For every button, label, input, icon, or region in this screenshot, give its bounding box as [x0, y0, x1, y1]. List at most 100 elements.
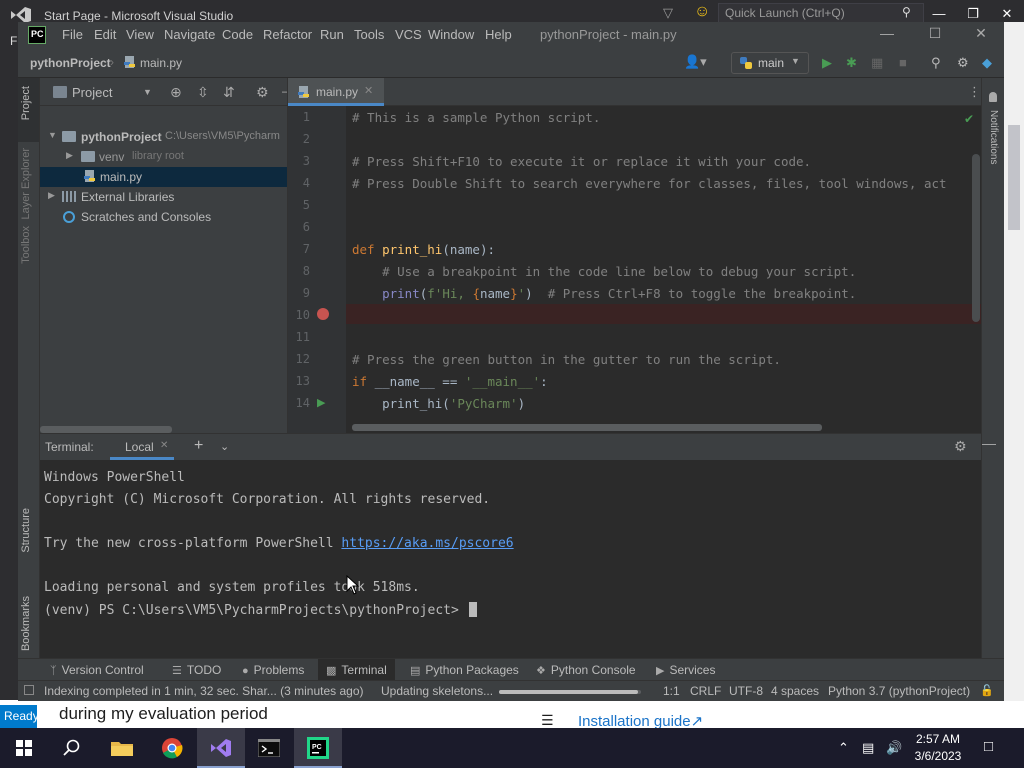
tree-item-venv[interactable]: ▶ venv library root — [40, 147, 287, 167]
coverage-icon[interactable]: ▦ — [871, 55, 883, 71]
menu-help[interactable]: Help — [485, 27, 512, 42]
tool-tab-problems[interactable]: ● Problems — [234, 659, 312, 681]
tool-tab-notifications[interactable]: Notifications — [988, 110, 999, 164]
menu-file[interactable]: File — [62, 27, 83, 42]
new-terminal-icon[interactable]: + — [194, 437, 203, 455]
terminal-tab-local[interactable]: Local ✕ — [110, 434, 174, 460]
settings-gear-icon[interactable]: ⚙ — [957, 55, 969, 71]
chevron-right-icon[interactable]: ▶ — [66, 150, 73, 161]
taskbar-file-explorer[interactable] — [98, 728, 146, 768]
taskbar-clock-time[interactable]: 2:57 AM — [908, 732, 968, 746]
terminal-line[interactable]: Try the new cross-platform PowerShell ht… — [44, 536, 514, 551]
menu-run[interactable]: Run — [320, 27, 344, 42]
vs-minimize-button[interactable]: — — [924, 6, 954, 21]
terminal-prompt-line[interactable]: (venv) PS C:\Users\VM5\PycharmProjects\p… — [44, 602, 477, 618]
start-button[interactable] — [0, 728, 48, 768]
taskbar-search-button[interactable] — [48, 728, 96, 768]
caret-position[interactable]: 1:1 — [663, 684, 680, 698]
close-button[interactable]: ✕ — [966, 25, 996, 42]
code-line[interactable]: # Press the green button in the gutter t… — [352, 352, 781, 367]
project-view-select[interactable]: Project — [72, 85, 112, 100]
chevron-down-icon[interactable]: ▼ — [48, 130, 57, 140]
debug-icon[interactable]: ✱ — [846, 55, 857, 71]
settings-gear-icon[interactable]: ⚙ — [954, 438, 967, 455]
expand-all-icon[interactable]: ⇳ — [197, 84, 209, 101]
taskbar-terminal[interactable] — [245, 728, 293, 768]
chevron-down-icon[interactable]: ⌄ — [220, 440, 229, 453]
network-icon[interactable]: ▤ — [862, 740, 874, 756]
run-gutter-icon[interactable]: ▶ — [317, 396, 325, 409]
tree-item-external-libraries[interactable]: ▶ External Libraries — [40, 187, 287, 207]
editor-tab-main-py[interactable]: main.py ✕ — [288, 78, 384, 106]
search-everywhere-icon[interactable]: ⚲ — [931, 55, 941, 71]
tool-tab-python-packages[interactable]: ▤ Python Packages — [402, 659, 527, 681]
inspection-ok-icon[interactable]: ✔ — [964, 112, 974, 126]
tool-tab-bookmarks[interactable]: Bookmarks — [20, 596, 32, 651]
tool-tab-services[interactable]: ▶ Services — [648, 659, 723, 681]
tool-tab-terminal[interactable]: ▩ Terminal — [318, 659, 395, 681]
volume-icon[interactable]: 🔊 — [886, 740, 902, 756]
code-line[interactable]: print_hi('PyCharm') — [352, 396, 525, 411]
stop-icon[interactable]: ■ — [899, 55, 907, 70]
settings-gear-icon[interactable]: ⚙ — [256, 84, 269, 101]
breakpoint-icon[interactable] — [317, 308, 329, 320]
horizontal-scrollbar[interactable] — [352, 424, 822, 431]
taskbar-visual-studio[interactable] — [197, 728, 245, 768]
bell-icon[interactable] — [989, 92, 997, 102]
code-line[interactable]: print(f'Hi, {name}') # Press Ctrl+F8 to … — [352, 286, 856, 301]
vs-scrollbar[interactable] — [1004, 22, 1024, 701]
notifications-icon[interactable]: □ — [984, 738, 993, 755]
menu-navigate[interactable]: Navigate — [164, 27, 215, 42]
progress-bar[interactable] — [499, 690, 641, 694]
tool-tab-toolbox[interactable]: Toolbox — [20, 226, 32, 264]
terminal-line[interactable]: Windows PowerShell — [44, 470, 185, 485]
menu-code[interactable]: Code — [222, 27, 253, 42]
vertical-scrollbar[interactable] — [972, 154, 980, 322]
tool-tab-version-control[interactable]: ᛉ Version Control — [42, 659, 152, 681]
tool-windows-toggle-icon[interactable] — [24, 685, 34, 695]
lock-icon[interactable]: 🔓 — [980, 684, 994, 697]
select-opened-file-icon[interactable]: ⊕ — [170, 84, 182, 101]
feedback-smiley-icon[interactable]: ☺ — [694, 3, 710, 21]
menu-window[interactable]: Window — [428, 27, 474, 42]
tool-tab-todo[interactable]: ☰ TODO — [164, 659, 229, 681]
menu-refactor[interactable]: Refactor — [263, 27, 312, 42]
code-line[interactable]: # Press Shift+F10 to execute it or repla… — [352, 154, 811, 169]
line-separator[interactable]: CRLF — [690, 684, 721, 698]
menu-view[interactable]: View — [126, 27, 154, 42]
menu-vcs[interactable]: VCS — [395, 27, 422, 42]
code-line[interactable]: if __name__ == '__main__': — [352, 374, 548, 389]
chevron-down-icon[interactable]: ▼ — [143, 87, 152, 97]
close-tab-icon[interactable]: ✕ — [160, 440, 168, 451]
code-line[interactable]: # This is a sample Python script. — [352, 110, 600, 125]
search-icon[interactable]: ⚲ — [902, 5, 911, 19]
file-encoding[interactable]: UTF-8 — [729, 684, 763, 698]
chevron-right-icon[interactable]: ▶ — [48, 190, 55, 201]
filter-icon[interactable]: ▽ — [663, 5, 673, 21]
user-account-icon[interactable]: 👤▾ — [684, 54, 707, 70]
python-interpreter[interactable]: Python 3.7 (pythonProject) — [828, 684, 970, 698]
tool-tab-python-console[interactable]: ❖ Python Console — [528, 659, 644, 681]
collapse-all-icon[interactable]: ⇵ — [223, 84, 235, 101]
terminal-line[interactable]: Copyright (C) Microsoft Corporation. All… — [44, 492, 490, 507]
terminal-line[interactable]: Loading personal and system profiles too… — [44, 580, 420, 595]
taskbar-pycharm[interactable]: PC — [294, 728, 342, 768]
status-message[interactable]: Indexing completed in 1 min, 32 sec. Sha… — [44, 684, 364, 698]
more-options-icon[interactable]: ⋮ — [968, 84, 981, 100]
tool-tab-structure[interactable]: Structure — [20, 508, 32, 553]
vs-menu-file[interactable]: F — [10, 34, 17, 48]
maximize-button[interactable]: ☐ — [920, 25, 950, 42]
tool-tab-project[interactable]: Project — [20, 86, 32, 120]
tree-item-scratches[interactable]: Scratches and Consoles — [40, 207, 287, 227]
vs-scrollbar-thumb[interactable] — [1008, 125, 1020, 230]
status-task[interactable]: Updating skeletons... — [381, 684, 493, 698]
code-line[interactable]: def print_hi(name): — [352, 242, 495, 257]
vs-restore-button[interactable]: ❐ — [958, 6, 988, 22]
run-icon[interactable]: ▶ — [822, 55, 832, 71]
tool-tab-layer-explorer[interactable]: Layer Explorer — [20, 148, 32, 220]
code-line[interactable]: # Press Double Shift to search everywher… — [352, 176, 980, 191]
tree-item-main-py[interactable]: main.py — [40, 167, 287, 187]
jetbrains-toolbox-icon[interactable]: ◆ — [982, 55, 992, 71]
pycharm-logo-icon[interactable]: PC — [28, 26, 46, 44]
menu-tools[interactable]: Tools — [354, 27, 384, 42]
